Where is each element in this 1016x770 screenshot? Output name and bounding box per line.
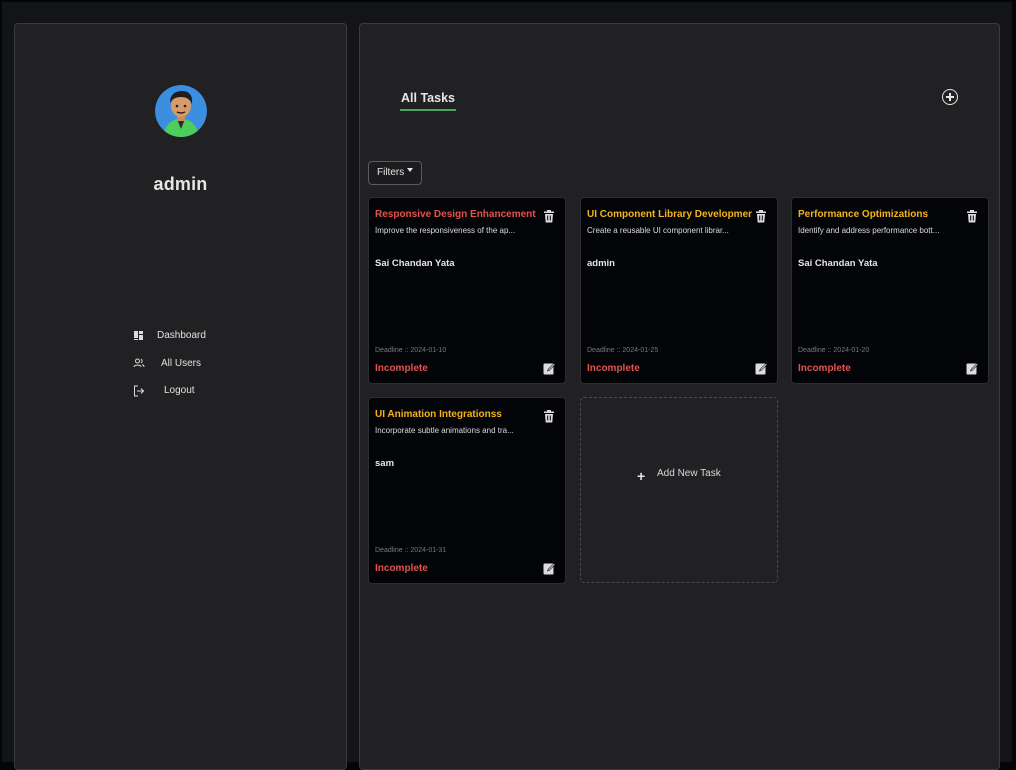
task-card: Responsive Design Enhancement Improve th… <box>368 197 566 384</box>
sidebar-item-label: All Users <box>161 357 202 369</box>
task-description: Improve the responsiveness of the ap... <box>375 226 516 235</box>
filters-label: Filters <box>377 167 405 178</box>
task-deadline: Deadline :: 2024-01-20 <box>798 347 870 354</box>
add-new-task-label: Add New Task <box>657 468 721 479</box>
edit-icon[interactable] <box>966 362 979 375</box>
logout-icon <box>133 385 149 397</box>
task-status: Incomplete <box>375 363 428 374</box>
sidebar-item-label: Logout <box>164 385 195 397</box>
main-panel: All Tasks Filters Responsive Design Enha… <box>359 23 1000 770</box>
task-status: Incomplete <box>587 363 640 374</box>
filters-dropdown[interactable]: Filters <box>368 161 423 185</box>
task-title: Performance Optimizations <box>798 209 929 220</box>
avatar <box>155 85 207 137</box>
task-title: UI Animation Integrationss <box>375 409 502 420</box>
sidebar: admin Dashboard All Users Logout <box>14 23 347 770</box>
task-deadline: Deadline :: 2024-01-10 <box>375 347 447 354</box>
task-title: UI Component Library Development <box>587 209 752 220</box>
task-description: Identify and address performance bott... <box>798 226 940 235</box>
users-icon <box>133 357 149 369</box>
sidebar-nav: Dashboard All Users Logout <box>133 322 206 405</box>
sidebar-item-dashboard[interactable]: Dashboard <box>133 322 206 350</box>
add-task-icon[interactable] <box>942 89 958 105</box>
trash-icon[interactable] <box>755 210 767 223</box>
edit-icon[interactable] <box>543 562 556 575</box>
task-assignee: admin <box>587 258 615 269</box>
trash-icon[interactable] <box>543 210 555 223</box>
plus-icon: + <box>637 468 646 484</box>
task-assignee: Sai Chandan Yata <box>375 258 455 269</box>
task-description: Incorporate subtle animations and tra... <box>375 426 514 435</box>
task-status: Incomplete <box>798 363 851 374</box>
caret-down-icon <box>407 168 414 173</box>
task-deadline: Deadline :: 2024-01-31 <box>375 547 447 554</box>
add-new-task-card[interactable]: + Add New Task <box>580 397 778 583</box>
sidebar-item-label: Dashboard <box>157 330 206 342</box>
dashboard-icon <box>133 330 149 342</box>
task-deadline: Deadline :: 2024-01-25 <box>587 347 659 354</box>
edit-icon[interactable] <box>543 362 556 375</box>
task-card: UI Animation Integrationss Incorporate s… <box>368 397 566 584</box>
trash-icon[interactable] <box>543 410 555 423</box>
sidebar-item-all-users[interactable]: All Users <box>133 350 206 378</box>
tab-all-tasks[interactable]: All Tasks <box>400 91 456 111</box>
task-assignee: Sai Chandan Yata <box>798 258 878 269</box>
task-title: Responsive Design Enhancement <box>375 209 536 220</box>
trash-icon[interactable] <box>966 210 978 223</box>
task-description: Create a reusable UI component librar... <box>587 226 729 235</box>
edit-icon[interactable] <box>755 362 768 375</box>
sidebar-item-logout[interactable]: Logout <box>133 377 206 405</box>
username: admin <box>153 174 208 194</box>
task-assignee: sam <box>375 458 395 469</box>
task-card: UI Component Library Development Create … <box>580 197 778 384</box>
task-status: Incomplete <box>375 563 428 574</box>
task-card: Performance Optimizations Identify and a… <box>791 197 989 384</box>
